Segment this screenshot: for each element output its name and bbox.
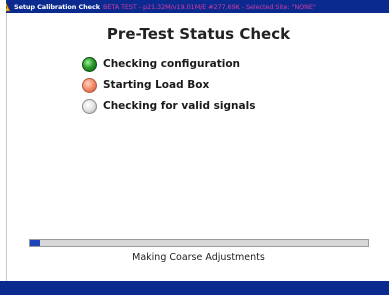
check-item-load-box: Starting Load Box (82, 77, 209, 93)
calibration-window: Setup Calibration Check BETA TEST - p21.… (0, 0, 389, 295)
title-bar: Setup Calibration Check BETA TEST - p21.… (0, 0, 389, 13)
status-in-progress-icon (82, 77, 97, 93)
status-complete-icon (82, 56, 97, 72)
check-label: Checking for valid signals (103, 100, 256, 112)
progress-message: Making Coarse Adjustments (132, 252, 265, 263)
check-label: Checking configuration (103, 58, 241, 70)
main-panel: Pre-Test Status Check Checking configura… (6, 13, 389, 281)
progress-fill (30, 240, 41, 246)
window-title-status: BETA TEST - p21.32M/v19.01M/E #277.69K -… (102, 2, 316, 11)
progress-bar (29, 239, 369, 247)
bottom-bar (0, 281, 389, 295)
page-title: Pre-Test Status Check (106, 25, 291, 43)
window-title: Setup Calibration Check (14, 2, 100, 11)
check-item-configuration: Checking configuration (82, 56, 240, 72)
status-pending-icon (82, 98, 97, 114)
check-item-valid-signals: Checking for valid signals (82, 98, 255, 114)
check-label: Starting Load Box (103, 79, 210, 91)
